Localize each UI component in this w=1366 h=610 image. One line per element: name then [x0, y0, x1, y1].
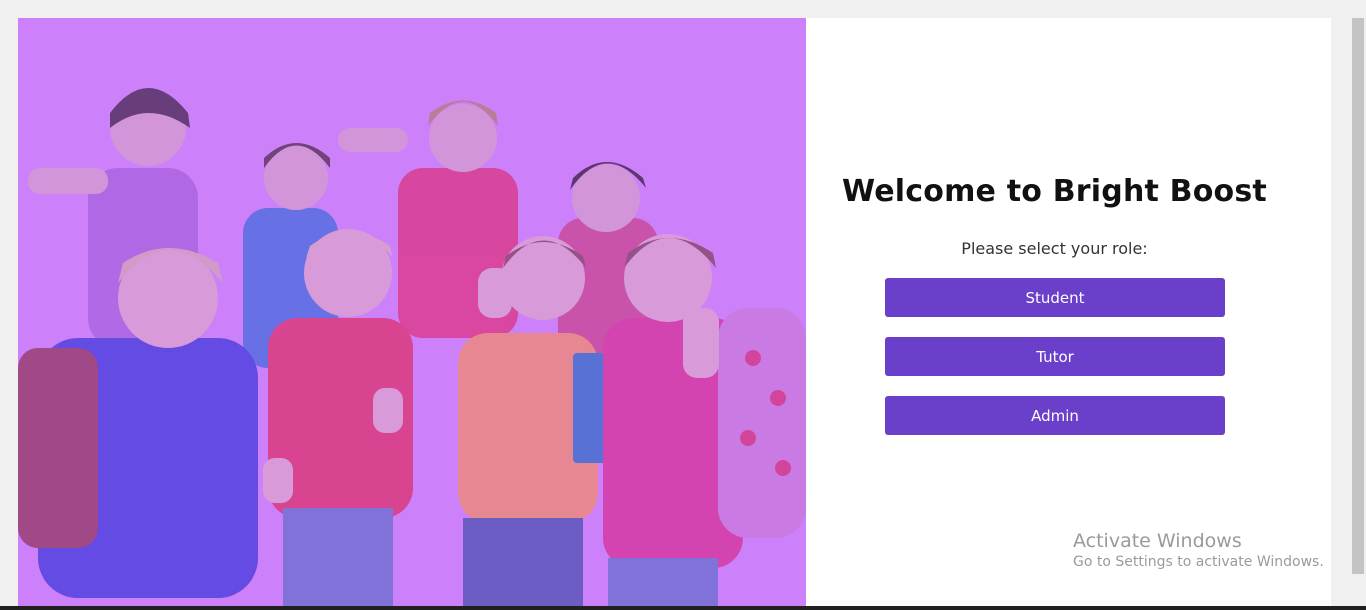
page-title: Welcome to Bright Boost: [842, 174, 1267, 209]
hero-image: [18, 18, 806, 607]
taskbar-edge: [0, 606, 1366, 610]
student-button[interactable]: Student: [885, 278, 1225, 317]
activate-windows-watermark: Activate Windows Go to Settings to activ…: [1073, 530, 1324, 570]
admin-button[interactable]: Admin: [885, 396, 1225, 435]
role-selection-panel: Welcome to Bright Boost Please select yo…: [806, 18, 1331, 607]
vertical-scrollbar[interactable]: [1350, 18, 1366, 607]
watermark-title: Activate Windows: [1073, 530, 1242, 552]
tutor-button[interactable]: Tutor: [885, 337, 1225, 376]
page-frame: Welcome to Bright Boost Please select yo…: [18, 18, 1331, 607]
children-illustration: [18, 18, 806, 607]
scrollbar-thumb[interactable]: [1352, 18, 1364, 574]
role-prompt: Please select your role:: [961, 239, 1148, 258]
watermark-subtitle: Go to Settings to activate Windows.: [1073, 554, 1324, 570]
